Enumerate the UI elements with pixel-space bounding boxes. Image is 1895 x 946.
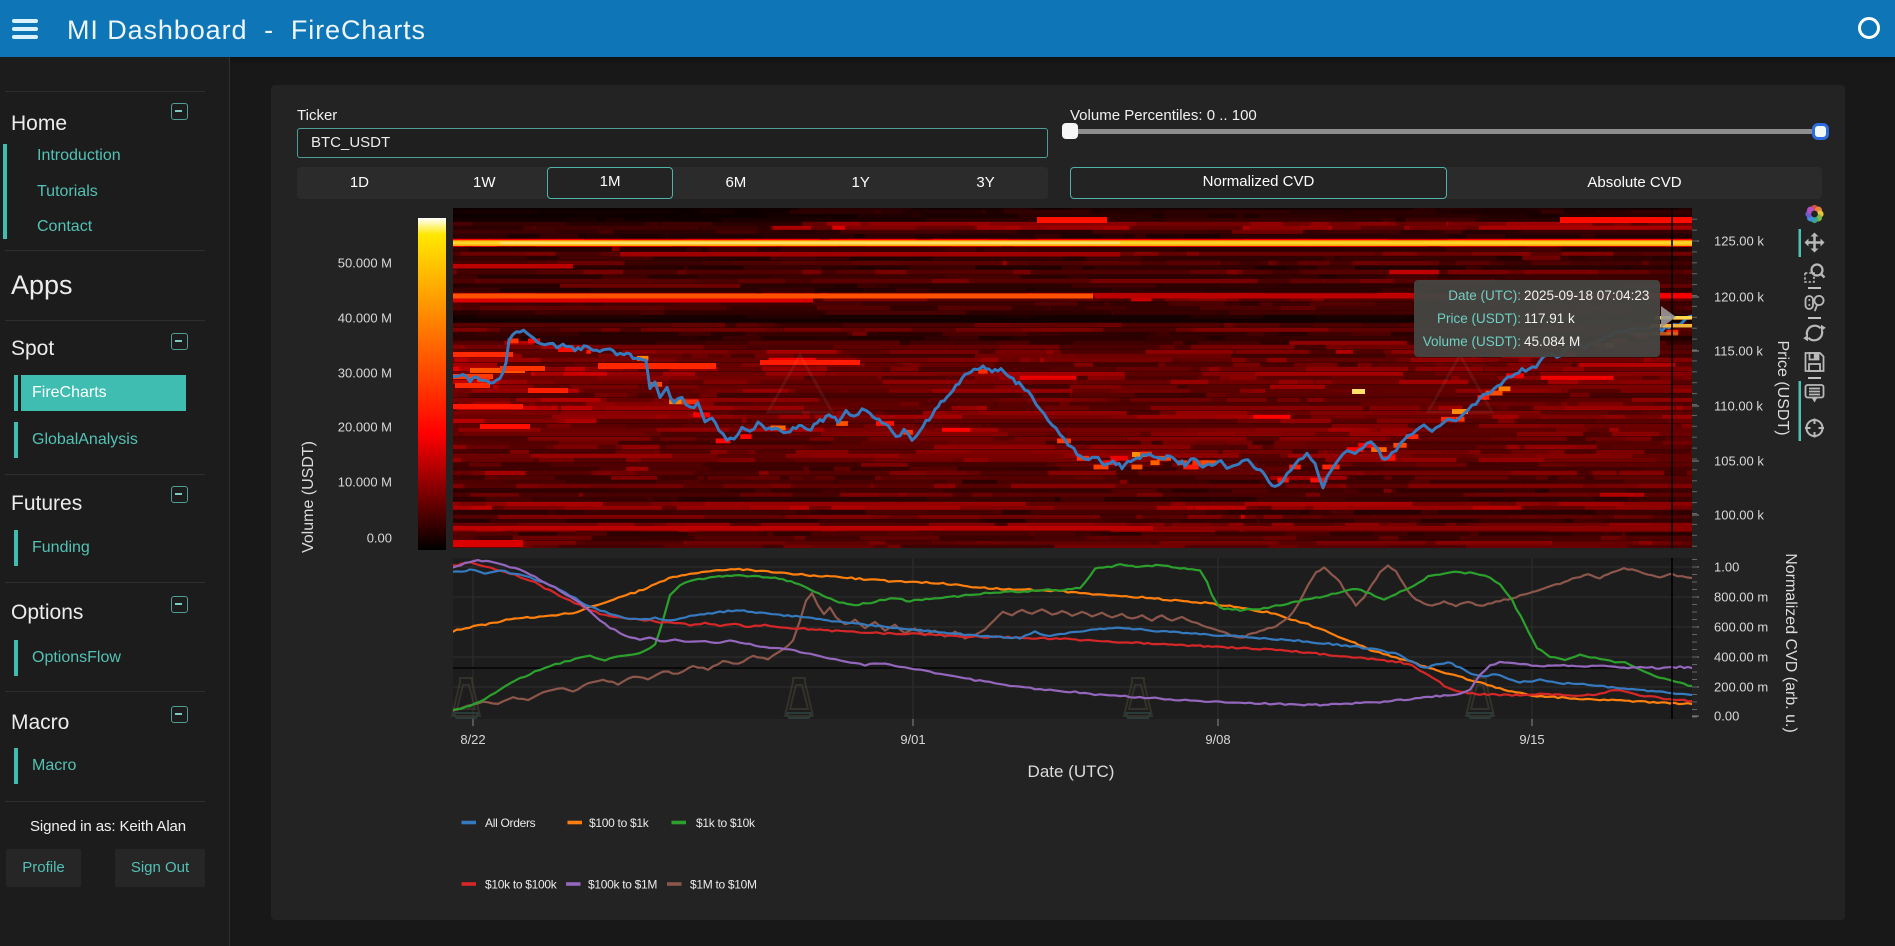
svg-text:$1M to $10M: $1M to $10M (690, 878, 757, 892)
svg-text:Date (UTC):: Date (UTC): (1448, 288, 1521, 303)
svg-text:400.00 m: 400.00 m (1714, 650, 1768, 665)
svg-text:50.000 M: 50.000 M (338, 256, 392, 271)
svg-text:Volume (USDT):: Volume (USDT): (1423, 334, 1521, 349)
svg-text:Price (USDT): Price (USDT) (1774, 340, 1791, 435)
svg-text:1.00: 1.00 (1714, 560, 1739, 575)
svg-text:$100k to $1M: $100k to $1M (588, 878, 657, 892)
svg-text:9/08: 9/08 (1205, 732, 1230, 747)
svg-text:9/01: 9/01 (900, 732, 925, 747)
svg-text:800.00 m: 800.00 m (1714, 590, 1768, 605)
svg-text:200.00 m: 200.00 m (1714, 680, 1768, 695)
svg-text:All Orders: All Orders (485, 816, 536, 830)
svg-text:8/22: 8/22 (460, 732, 485, 747)
svg-text:Price (USDT):: Price (USDT): (1437, 311, 1521, 326)
svg-text:115.00 k: 115.00 k (1714, 344, 1763, 359)
svg-text:30.000 M: 30.000 M (338, 366, 392, 381)
svg-text:600.00 m: 600.00 m (1714, 620, 1768, 635)
svg-text:9/15: 9/15 (1519, 732, 1544, 747)
svg-text:Volume (USDT): Volume (USDT) (300, 441, 317, 553)
svg-text:0.00: 0.00 (1714, 709, 1739, 724)
svg-text:Normalized CVD (arb. u.): Normalized CVD (arb. u.) (1782, 553, 1799, 733)
svg-text:$10k to $100k: $10k to $100k (485, 878, 558, 892)
svg-text:0.00: 0.00 (367, 531, 392, 546)
svg-text:100.00 k: 100.00 k (1714, 508, 1764, 523)
svg-text:105.00 k: 105.00 k (1714, 454, 1764, 469)
svg-text:Date (UTC): Date (UTC) (1028, 762, 1115, 781)
svg-text:$100 to $1k: $100 to $1k (589, 816, 650, 830)
svg-text:45.084 M: 45.084 M (1524, 334, 1580, 349)
svg-text:110.00 k: 110.00 k (1714, 399, 1763, 414)
svg-text:40.000 M: 40.000 M (338, 311, 392, 326)
svg-text:125.00 k: 125.00 k (1714, 234, 1764, 249)
svg-text:$1k to $10k: $1k to $10k (696, 816, 756, 830)
svg-text:10.000 M: 10.000 M (338, 475, 392, 490)
svg-text:20.000 M: 20.000 M (338, 420, 392, 435)
svg-text:2025-09-18 07:04:23: 2025-09-18 07:04:23 (1524, 288, 1649, 303)
svg-text:117.91 k: 117.91 k (1524, 311, 1575, 326)
svg-text:120.00 k: 120.00 k (1714, 290, 1764, 305)
